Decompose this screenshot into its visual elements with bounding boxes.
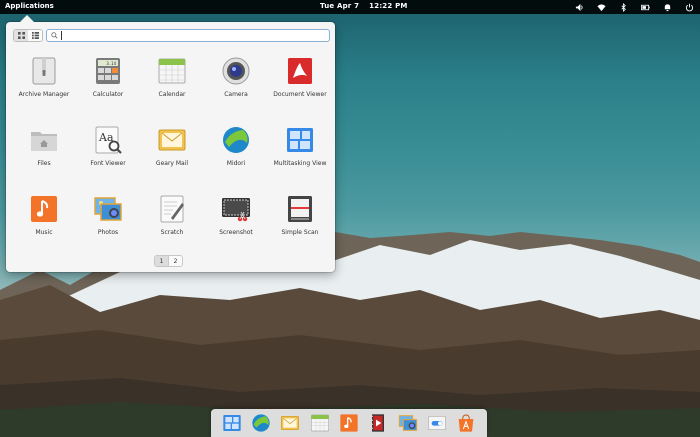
app-label: Simple Scan [281, 229, 319, 236]
category-view-button[interactable] [28, 30, 42, 41]
dock-item-multitasking-view[interactable] [222, 413, 242, 433]
app-label: Scratch [160, 229, 184, 236]
page-button-2[interactable]: 2 [168, 256, 182, 266]
photos-icon [94, 197, 122, 221]
date-label: Tue Apr 7 [320, 2, 360, 10]
dock [211, 409, 487, 437]
dock-item-photos[interactable] [398, 413, 418, 433]
bluetooth-icon[interactable] [618, 1, 628, 13]
search-field[interactable] [46, 29, 330, 42]
app-label: Screenshot [219, 229, 253, 236]
multitasking-view-icon [222, 415, 241, 431]
midori-icon [252, 414, 270, 432]
grid-view-icon [17, 32, 25, 39]
geary-mail-icon [281, 416, 300, 430]
search-input[interactable] [61, 31, 325, 40]
datetime-indicator[interactable]: Tue Apr 7 12:22 PM [320, 2, 418, 10]
app-label: Calculator [92, 91, 124, 98]
files-icon [31, 132, 57, 151]
appcenter-icon [458, 414, 474, 432]
power-icon[interactable] [684, 1, 694, 13]
calendar-icon [158, 58, 186, 84]
scratch-icon [160, 195, 184, 223]
time-label: 12:22 PM [369, 2, 408, 10]
app-screenshot[interactable]: Screenshot [204, 192, 268, 261]
app-calendar[interactable]: Calendar [140, 54, 204, 123]
font-viewer-icon: Aa [95, 126, 122, 154]
calendar-icon [310, 414, 329, 432]
app-label: Multitasking View [273, 160, 327, 167]
midori-icon [223, 127, 249, 153]
top-panel: Applications Tue Apr 7 12:22 PM [0, 0, 700, 14]
screenshot-icon [222, 198, 250, 222]
calculator-icon: 3.14 [96, 58, 120, 84]
app-label: Document Viewer [273, 91, 327, 98]
geary-mail-icon [158, 129, 186, 151]
multitasking-view-icon [287, 128, 313, 152]
app-label: Files [37, 160, 51, 167]
page-button-1[interactable]: 1 [155, 256, 168, 266]
volume-icon[interactable] [574, 1, 584, 13]
videos-icon [372, 414, 385, 432]
app-files[interactable]: Files [12, 123, 76, 192]
app-label: Music [35, 229, 53, 236]
app-scratch[interactable]: Scratch [140, 192, 204, 261]
app-label: Midori [226, 160, 246, 167]
document-viewer-icon [288, 58, 312, 84]
application-launcher: Archive Manager 3.14 Calculator Calendar [6, 15, 335, 272]
app-label: Photos [97, 229, 119, 236]
app-document-viewer[interactable]: Document Viewer [268, 54, 332, 123]
app-midori[interactable]: Midori [204, 123, 268, 192]
view-mode-switcher [13, 29, 43, 42]
app-label: Calendar [158, 91, 186, 98]
dock-item-videos[interactable] [368, 413, 388, 433]
dock-item-music[interactable] [339, 413, 359, 433]
app-photos[interactable]: Photos [76, 192, 140, 261]
photos-icon [398, 415, 417, 431]
app-label: Font Viewer [90, 160, 126, 167]
dock-item-appcenter[interactable] [456, 413, 476, 433]
app-label: Geary Mail [155, 160, 189, 167]
simple-scan-icon [288, 196, 312, 222]
dock-item-geary-mail[interactable] [280, 413, 300, 433]
camera-icon [222, 57, 250, 85]
music-icon [31, 196, 57, 222]
page-switcher: 1 2 [154, 255, 183, 267]
applications-menu-button[interactable]: Applications [5, 2, 54, 10]
music-icon [340, 414, 358, 432]
app-font-viewer[interactable]: Aa Font Viewer [76, 123, 140, 192]
dock-item-midori[interactable] [251, 413, 271, 433]
dock-item-settings[interactable] [427, 413, 447, 433]
wifi-icon[interactable] [596, 1, 606, 13]
battery-icon[interactable] [640, 1, 650, 13]
app-geary-mail[interactable]: Geary Mail [140, 123, 204, 192]
app-camera[interactable]: Camera [204, 54, 268, 123]
app-multitasking-view[interactable]: Multitasking View [268, 123, 332, 192]
settings-icon [427, 416, 446, 430]
notifications-icon[interactable] [662, 1, 672, 13]
indicator-area [574, 1, 694, 13]
app-calculator[interactable]: 3.14 Calculator [76, 54, 140, 123]
app-label: Camera [224, 91, 248, 98]
archive-manager-icon [32, 57, 56, 85]
dock-item-calendar[interactable] [310, 413, 330, 433]
search-icon [51, 32, 58, 39]
svg-text:3.14: 3.14 [106, 61, 116, 66]
app-grid: Archive Manager 3.14 Calculator Calendar [12, 54, 328, 261]
app-label: Archive Manager [18, 91, 70, 98]
app-archive-manager[interactable]: Archive Manager [12, 54, 76, 123]
app-music[interactable]: Music [12, 192, 76, 261]
app-simple-scan[interactable]: Simple Scan [268, 192, 332, 261]
category-view-icon [31, 32, 39, 39]
grid-view-button[interactable] [14, 30, 28, 41]
